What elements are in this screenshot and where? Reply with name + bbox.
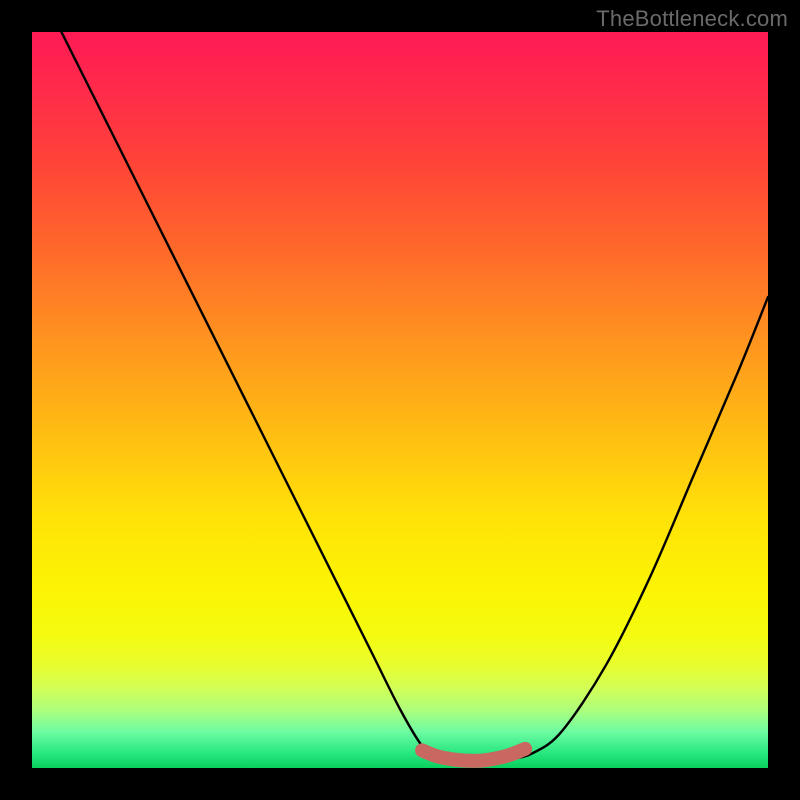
main-curve: [61, 32, 768, 761]
plot-area: [32, 32, 768, 768]
valley-marker-dot-right: [519, 742, 532, 755]
chart-frame: TheBottleneck.com: [0, 0, 800, 800]
valley-marker-dot-left: [416, 744, 429, 757]
valley-marker: [422, 749, 525, 761]
watermark-text: TheBottleneck.com: [596, 6, 788, 32]
curve-layer: [32, 32, 768, 768]
